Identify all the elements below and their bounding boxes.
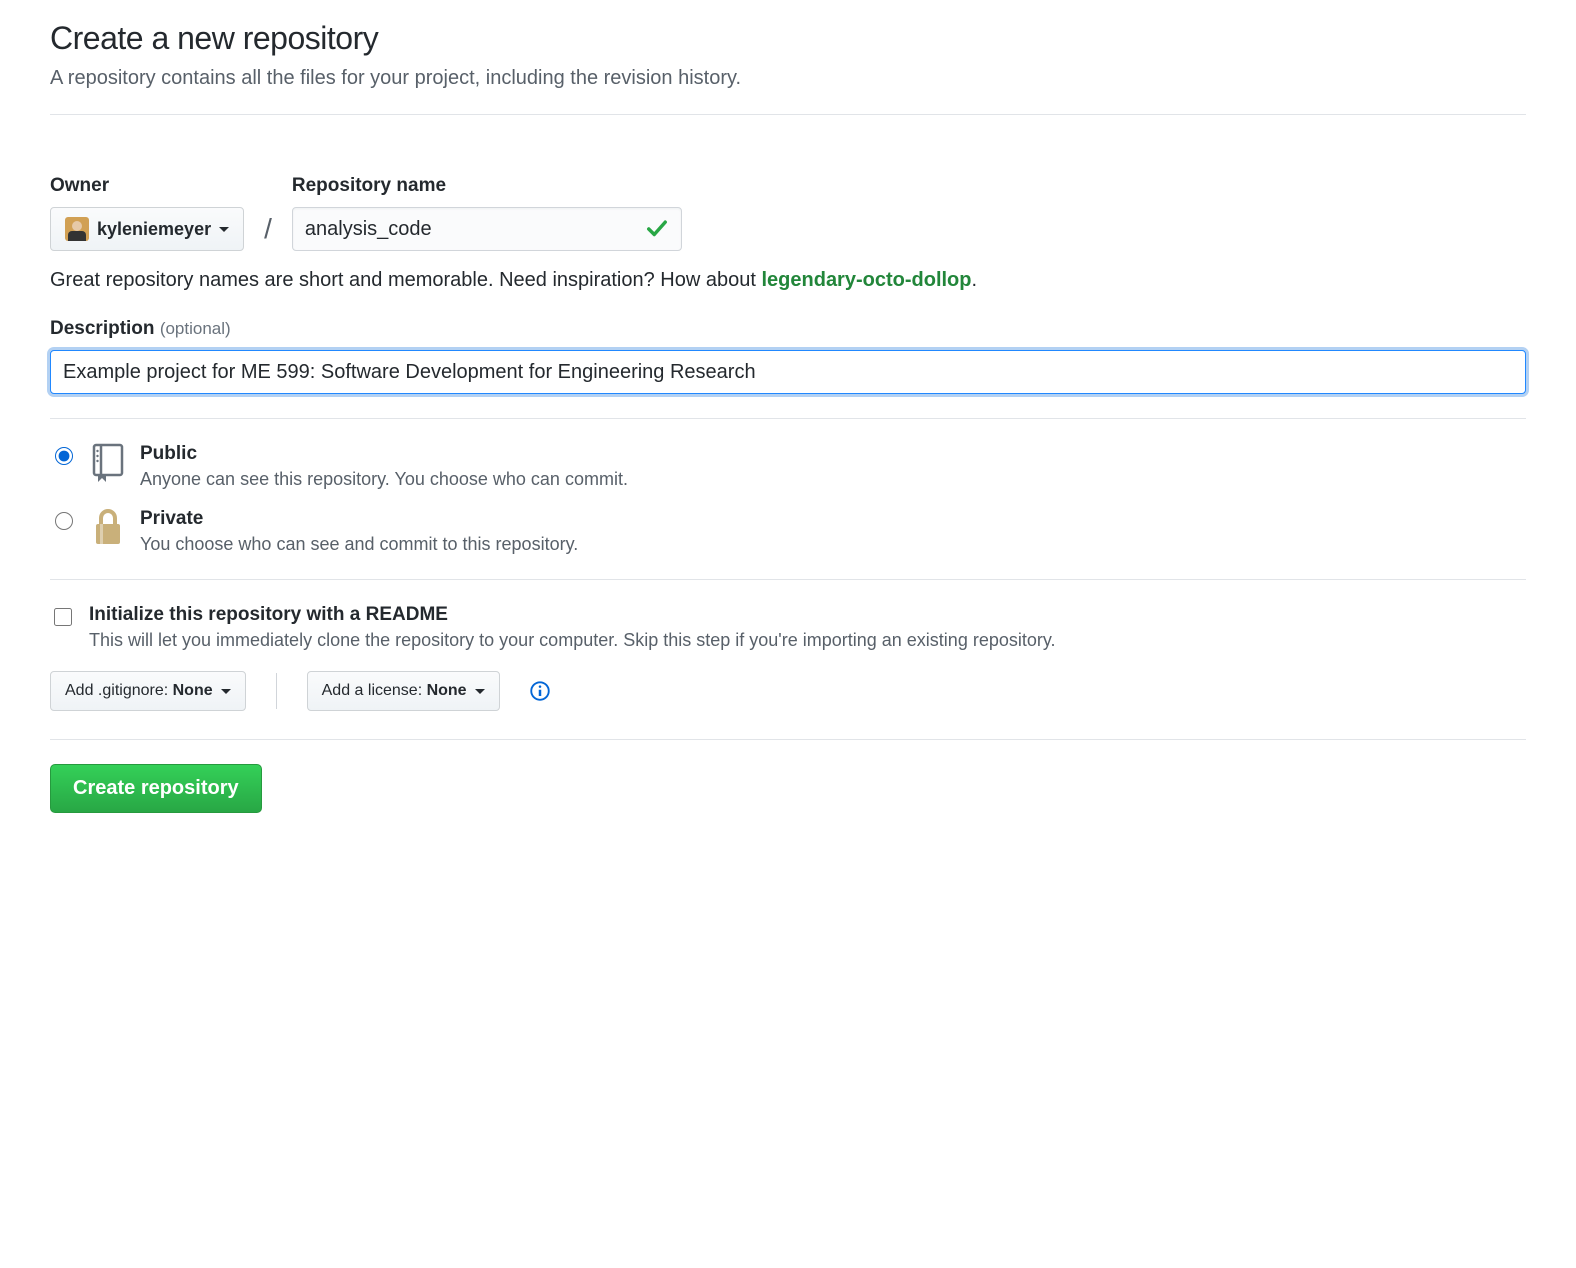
readme-desc: This will let you immediately clone the … — [89, 630, 1056, 651]
caret-down-icon — [219, 227, 229, 232]
readme-checkbox[interactable] — [54, 608, 72, 626]
gitignore-select-button[interactable]: Add .gitignore: None — [50, 671, 246, 711]
owner-label: Owner — [50, 175, 244, 197]
page-subtitle: A repository contains all the files for … — [50, 67, 1526, 90]
check-icon — [646, 218, 668, 240]
avatar-icon — [65, 217, 89, 241]
section-divider — [50, 739, 1526, 740]
create-repository-button[interactable]: Create repository — [50, 764, 262, 813]
private-label: Private — [140, 508, 578, 530]
public-desc: Anyone can see this repository. You choo… — [140, 469, 628, 490]
readme-label: Initialize this repository with a README — [89, 604, 1056, 626]
owner-username: kyleniemeyer — [97, 219, 211, 240]
page-title: Create a new repository — [50, 20, 1526, 57]
repo-name-label: Repository name — [292, 175, 682, 197]
section-divider — [50, 114, 1526, 115]
section-divider — [50, 418, 1526, 419]
repo-public-icon — [90, 443, 126, 483]
description-label: Description (optional) — [50, 318, 1526, 340]
caret-down-icon — [221, 689, 231, 694]
description-input[interactable] — [50, 350, 1526, 394]
owner-select-button[interactable]: kyleniemeyer — [50, 207, 244, 251]
slash-separator: / — [264, 213, 272, 251]
caret-down-icon — [475, 689, 485, 694]
public-radio[interactable] — [55, 447, 73, 465]
private-radio[interactable] — [55, 512, 73, 530]
name-hint: Great repository names are short and mem… — [50, 269, 1526, 292]
license-select-button[interactable]: Add a license: None — [307, 671, 500, 711]
lock-icon — [90, 508, 126, 548]
info-icon[interactable] — [530, 681, 550, 701]
suggestion-link[interactable]: legendary-octo-dollop — [761, 269, 971, 291]
public-label: Public — [140, 443, 628, 465]
vertical-divider — [276, 673, 277, 709]
optional-tag: (optional) — [160, 319, 231, 338]
section-divider — [50, 579, 1526, 580]
repo-name-input[interactable] — [292, 207, 682, 251]
private-desc: You choose who can see and commit to thi… — [140, 534, 578, 555]
